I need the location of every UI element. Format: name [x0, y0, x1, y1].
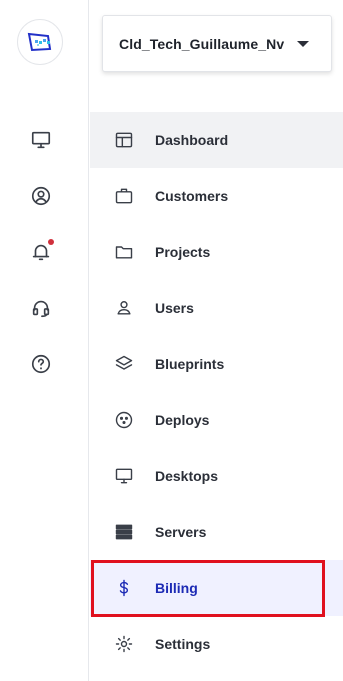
sidebar-item-label: Servers — [155, 524, 207, 540]
user-circle-icon[interactable] — [26, 181, 56, 211]
briefcase-icon — [113, 185, 135, 207]
user-icon — [113, 297, 135, 319]
sidebar-item-desktops[interactable]: Desktops — [90, 448, 343, 504]
sidebar-item-settings[interactable]: Settings — [90, 616, 343, 672]
sidebar-item-label: Users — [155, 300, 194, 316]
bell-icon[interactable] — [26, 237, 56, 267]
sidebar-item-label: Dashboard — [155, 132, 229, 148]
sidebar-item-label: Projects — [155, 244, 211, 260]
sidebar-item-projects[interactable]: Projects — [90, 224, 343, 280]
sidebar-item-customers[interactable]: Customers — [90, 168, 343, 224]
folder-icon — [113, 241, 135, 263]
notification-dot — [48, 239, 54, 245]
workspace-name: Cld_Tech_Guillaume_Nv — [119, 35, 285, 52]
sidebar-item-label: Desktops — [155, 468, 219, 484]
server-icon — [113, 521, 135, 543]
icon-rail — [0, 0, 89, 681]
gear-icon — [113, 633, 135, 655]
sidebar-menu: Dashboard Customers Projects Users Bluep… — [90, 112, 343, 672]
app-logo[interactable] — [17, 19, 63, 65]
sidebar-item-label: Customers — [155, 188, 229, 204]
sidebar-item-label: Deploys — [155, 412, 210, 428]
sidebar-item-label: Settings — [155, 636, 211, 652]
sidebar-item-dashboard[interactable]: Dashboard — [90, 112, 343, 168]
sidebar-item-label: Billing — [155, 580, 198, 596]
sidebar-item-deploys[interactable]: Deploys — [90, 392, 343, 448]
chevron-down-icon — [297, 41, 309, 47]
help-icon[interactable] — [26, 349, 56, 379]
sidebar-item-users[interactable]: Users — [90, 280, 343, 336]
desktop-icon — [113, 465, 135, 487]
monitor-icon[interactable] — [26, 125, 56, 155]
sidebar-item-label: Blueprints — [155, 356, 225, 372]
workspace-selector[interactable]: Cld_Tech_Guillaume_Nv — [102, 15, 332, 72]
sidebar-item-billing[interactable]: Billing — [90, 560, 343, 616]
sidebar-item-servers[interactable]: Servers — [90, 504, 343, 560]
deploy-icon — [113, 409, 135, 431]
dashboard-icon — [113, 129, 135, 151]
dollar-icon — [113, 577, 135, 599]
headset-icon[interactable] — [26, 293, 56, 323]
logo-icon — [27, 32, 52, 52]
layers-icon — [113, 353, 135, 375]
sidebar-item-blueprints[interactable]: Blueprints — [90, 336, 343, 392]
